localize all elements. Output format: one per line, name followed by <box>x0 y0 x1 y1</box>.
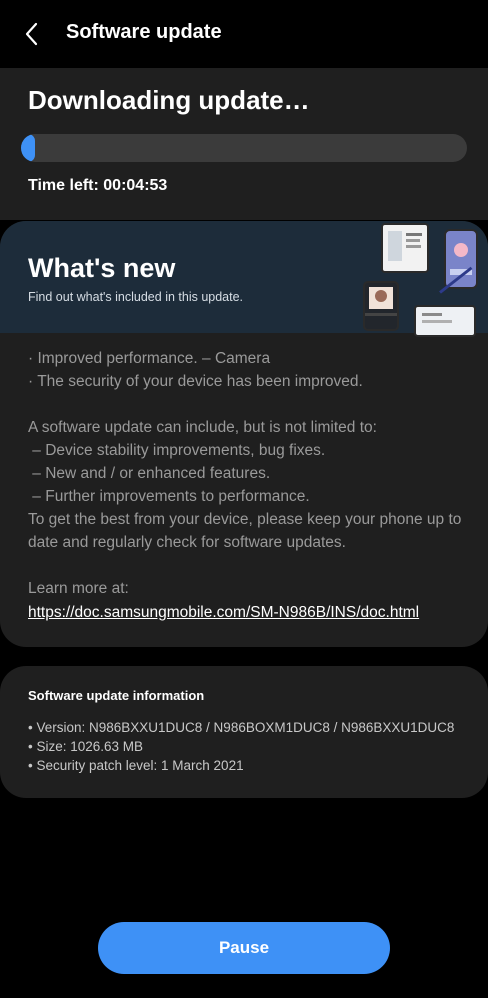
whats-new-body: · Improved performance. – Camera · The s… <box>28 347 468 624</box>
tablet-illustration <box>381 223 429 273</box>
phone-illustration <box>444 229 478 289</box>
update-info-card: Software update information • Version: N… <box>0 666 488 798</box>
version-info: • Version: N986BXXU1DUC8 / N986BOXM1DUC8… <box>28 720 455 735</box>
change-item: · The security of your device has been i… <box>28 373 363 390</box>
update-item: – Further improvements to performance. <box>28 488 310 505</box>
download-heading: Downloading update… <box>28 85 310 115</box>
chevron-left-icon <box>25 22 38 46</box>
learn-more-link[interactable]: https://doc.samsungmobile.com/SM-N986B/I… <box>28 604 419 621</box>
pause-button[interactable]: Pause <box>98 922 390 974</box>
whats-new-subtitle: Find out what's included in this update. <box>28 290 244 304</box>
whats-new-card: What's new Find out what's included in t… <box>0 221 488 647</box>
update-intro: A software update can include, but is no… <box>28 419 377 436</box>
download-section: Downloading update… Time left: 00:04:53 <box>0 68 488 220</box>
page-title: Software update <box>66 21 222 43</box>
change-item: · Improved performance. – Camera <box>28 350 271 367</box>
security-patch-info: • Security patch level: 1 March 2021 <box>28 758 244 773</box>
size-info: • Size: 1026.63 MB <box>28 739 144 754</box>
update-info-list: • Version: N986BXXU1DUC8 / N986BOXM1DUC8… <box>28 718 454 775</box>
learn-more-label: Learn more at: <box>28 580 129 597</box>
download-progress-bar <box>21 134 467 162</box>
laptop-illustration <box>414 305 476 337</box>
update-info-title: Software update information <box>28 688 205 703</box>
whats-new-banner: What's new Find out what's included in t… <box>0 221 488 337</box>
whats-new-title: What's new <box>28 253 176 283</box>
update-item: – Device stability improvements, bug fix… <box>28 442 326 459</box>
update-advice: To get the best from your device, please… <box>28 511 462 551</box>
time-left-label: Time left: 00:04:53 <box>28 177 168 194</box>
update-item: – New and / or enhanced features. <box>28 465 271 482</box>
foldable-illustration <box>363 281 399 331</box>
download-progress-fill <box>21 134 35 162</box>
back-button[interactable] <box>14 16 50 52</box>
app-bar: Software update <box>0 0 488 68</box>
software-update-screen: Software update Downloading update… Time… <box>0 0 488 998</box>
